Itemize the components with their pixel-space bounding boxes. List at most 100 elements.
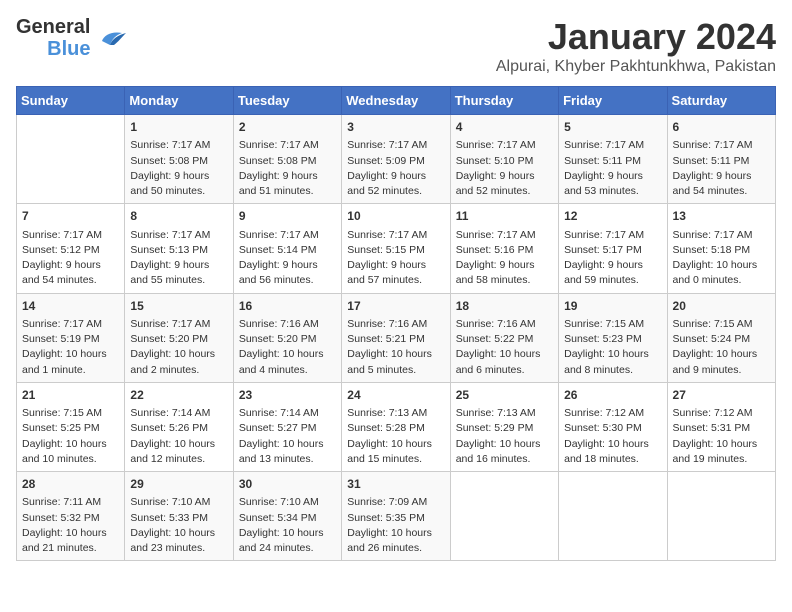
day-info: Sunrise: 7:17 AM Sunset: 5:11 PM Dayligh… [564,138,661,199]
calendar-cell: 21Sunrise: 7:15 AM Sunset: 5:25 PM Dayli… [17,382,125,471]
day-info: Sunrise: 7:12 AM Sunset: 5:31 PM Dayligh… [673,406,770,467]
day-number: 4 [456,119,553,136]
calendar-week-row: 14 Sunrise: 7:17 AM Sunset: 5:19 PM Dayli… [17,293,776,382]
day-info: Sunrise: 7:17 AM Sunset: 5:19 PM Dayligh… [22,317,119,378]
day-info: Sunrise: 7:09 AM Sunset: 5:35 PM Dayligh… [347,495,444,556]
day-number: 6 [673,119,770,136]
calendar-cell [17,115,125,204]
calendar-cell: 24Sunrise: 7:13 AM Sunset: 5:28 PM Dayli… [342,382,450,471]
calendar-cell: 7 Sunrise: 7:17 AM Sunset: 5:12 PM Daylig… [17,204,125,293]
day-info: Sunrise: 7:17 AM Sunset: 5:08 PM Dayligh… [239,138,336,199]
day-number: 18 [456,298,553,315]
day-number: 2 [239,119,336,136]
calendar-week-row: 1 Sunrise: 7:17 AM Sunset: 5:08 PM Daylig… [17,115,776,204]
location-title: Alpurai, Khyber Pakhtunkhwa, Pakistan [496,58,776,76]
calendar-cell: 31 Sunrise: 7:09 AM Sunset: 5:35 PM Dayli… [342,472,450,561]
day-number: 27 [673,387,770,404]
logo-blue: Blue [47,38,90,60]
logo: General Blue [16,16,126,60]
calendar-cell: 9 Sunrise: 7:17 AM Sunset: 5:14 PM Daylig… [233,204,341,293]
day-info: Sunrise: 7:17 AM Sunset: 5:14 PM Dayligh… [239,228,336,289]
calendar-cell: 11Sunrise: 7:17 AM Sunset: 5:16 PM Dayli… [450,204,558,293]
month-title: January 2024 [496,16,776,58]
calendar-cell: 6 Sunrise: 7:17 AM Sunset: 5:11 PM Daylig… [667,115,775,204]
calendar-header-monday: Monday [125,87,233,115]
calendar-week-row: 21Sunrise: 7:15 AM Sunset: 5:25 PM Dayli… [17,382,776,471]
day-number: 3 [347,119,444,136]
calendar-cell: 27 Sunrise: 7:12 AM Sunset: 5:31 PM Dayli… [667,382,775,471]
calendar-cell: 3 Sunrise: 7:17 AM Sunset: 5:09 PM Daylig… [342,115,450,204]
logo-bird-icon [94,27,126,49]
day-number: 5 [564,119,661,136]
day-number: 10 [347,208,444,225]
calendar-cell: 22 Sunrise: 7:14 AM Sunset: 5:26 PM Dayli… [125,382,233,471]
calendar-cell: 16 Sunrise: 7:16 AM Sunset: 5:20 PM Dayli… [233,293,341,382]
calendar-cell: 25 Sunrise: 7:13 AM Sunset: 5:29 PM Dayli… [450,382,558,471]
calendar-cell: 17Sunrise: 7:16 AM Sunset: 5:21 PM Dayli… [342,293,450,382]
calendar-week-row: 28 Sunrise: 7:11 AM Sunset: 5:32 PM Dayli… [17,472,776,561]
calendar-cell: 4 Sunrise: 7:17 AM Sunset: 5:10 PM Daylig… [450,115,558,204]
day-info: Sunrise: 7:13 AM Sunset: 5:28 PM Dayligh… [347,406,444,467]
day-info: Sunrise: 7:17 AM Sunset: 5:11 PM Dayligh… [673,138,770,199]
day-info: Sunrise: 7:10 AM Sunset: 5:34 PM Dayligh… [239,495,336,556]
day-info: Sunrise: 7:13 AM Sunset: 5:29 PM Dayligh… [456,406,553,467]
calendar-cell: 8Sunrise: 7:17 AM Sunset: 5:13 PM Daylig… [125,204,233,293]
day-number: 7 [22,208,119,225]
calendar-header-thursday: Thursday [450,87,558,115]
calendar-cell: 28 Sunrise: 7:11 AM Sunset: 5:32 PM Dayli… [17,472,125,561]
calendar-header-tuesday: Tuesday [233,87,341,115]
day-info: Sunrise: 7:17 AM Sunset: 5:20 PM Dayligh… [130,317,227,378]
calendar-cell [450,472,558,561]
day-info: Sunrise: 7:17 AM Sunset: 5:17 PM Dayligh… [564,228,661,289]
calendar-header-friday: Friday [559,87,667,115]
calendar-cell: 14 Sunrise: 7:17 AM Sunset: 5:19 PM Dayli… [17,293,125,382]
calendar-cell: 30 Sunrise: 7:10 AM Sunset: 5:34 PM Dayli… [233,472,341,561]
day-number: 20 [673,298,770,315]
title-block: January 2024 Alpurai, Khyber Pakhtunkhwa… [496,16,776,76]
calendar-header-sunday: Sunday [17,87,125,115]
calendar-cell: 5 Sunrise: 7:17 AM Sunset: 5:11 PM Daylig… [559,115,667,204]
day-info: Sunrise: 7:17 AM Sunset: 5:15 PM Dayligh… [347,228,444,289]
page-header: General Blue January 2024 Alpurai, Khybe… [16,16,776,76]
day-info: Sunrise: 7:16 AM Sunset: 5:20 PM Dayligh… [239,317,336,378]
calendar-cell: 10 Sunrise: 7:17 AM Sunset: 5:15 PM Dayli… [342,204,450,293]
calendar-cell [559,472,667,561]
day-number: 28 [22,476,119,493]
day-number: 1 [130,119,227,136]
day-info: Sunrise: 7:17 AM Sunset: 5:08 PM Dayligh… [130,138,227,199]
calendar-header-row: SundayMondayTuesdayWednesdayThursdayFrid… [17,87,776,115]
day-info: Sunrise: 7:15 AM Sunset: 5:24 PM Dayligh… [673,317,770,378]
calendar-cell [667,472,775,561]
calendar-cell: 15Sunrise: 7:17 AM Sunset: 5:20 PM Dayli… [125,293,233,382]
day-info: Sunrise: 7:17 AM Sunset: 5:12 PM Dayligh… [22,228,119,289]
day-number: 30 [239,476,336,493]
day-number: 14 [22,298,119,315]
calendar-cell: 20 Sunrise: 7:15 AM Sunset: 5:24 PM Dayli… [667,293,775,382]
calendar-cell: 26Sunrise: 7:12 AM Sunset: 5:30 PM Dayli… [559,382,667,471]
calendar-cell: 29 Sunrise: 7:10 AM Sunset: 5:33 PM Dayli… [125,472,233,561]
calendar-cell: 2 Sunrise: 7:17 AM Sunset: 5:08 PM Daylig… [233,115,341,204]
day-number: 19 [564,298,661,315]
calendar-header-wednesday: Wednesday [342,87,450,115]
day-info: Sunrise: 7:11 AM Sunset: 5:32 PM Dayligh… [22,495,119,556]
day-info: Sunrise: 7:17 AM Sunset: 5:16 PM Dayligh… [456,228,553,289]
day-info: Sunrise: 7:15 AM Sunset: 5:25 PM Dayligh… [22,406,119,467]
day-number: 22 [130,387,227,404]
day-number: 23 [239,387,336,404]
day-info: Sunrise: 7:17 AM Sunset: 5:10 PM Dayligh… [456,138,553,199]
day-number: 9 [239,208,336,225]
day-number: 25 [456,387,553,404]
day-info: Sunrise: 7:12 AM Sunset: 5:30 PM Dayligh… [564,406,661,467]
day-number: 16 [239,298,336,315]
day-info: Sunrise: 7:14 AM Sunset: 5:26 PM Dayligh… [130,406,227,467]
day-number: 31 [347,476,444,493]
day-info: Sunrise: 7:10 AM Sunset: 5:33 PM Dayligh… [130,495,227,556]
day-number: 13 [673,208,770,225]
day-number: 29 [130,476,227,493]
day-info: Sunrise: 7:17 AM Sunset: 5:18 PM Dayligh… [673,228,770,289]
calendar-cell: 19Sunrise: 7:15 AM Sunset: 5:23 PM Dayli… [559,293,667,382]
day-info: Sunrise: 7:16 AM Sunset: 5:22 PM Dayligh… [456,317,553,378]
day-info: Sunrise: 7:14 AM Sunset: 5:27 PM Dayligh… [239,406,336,467]
day-info: Sunrise: 7:17 AM Sunset: 5:09 PM Dayligh… [347,138,444,199]
day-number: 8 [130,208,227,225]
